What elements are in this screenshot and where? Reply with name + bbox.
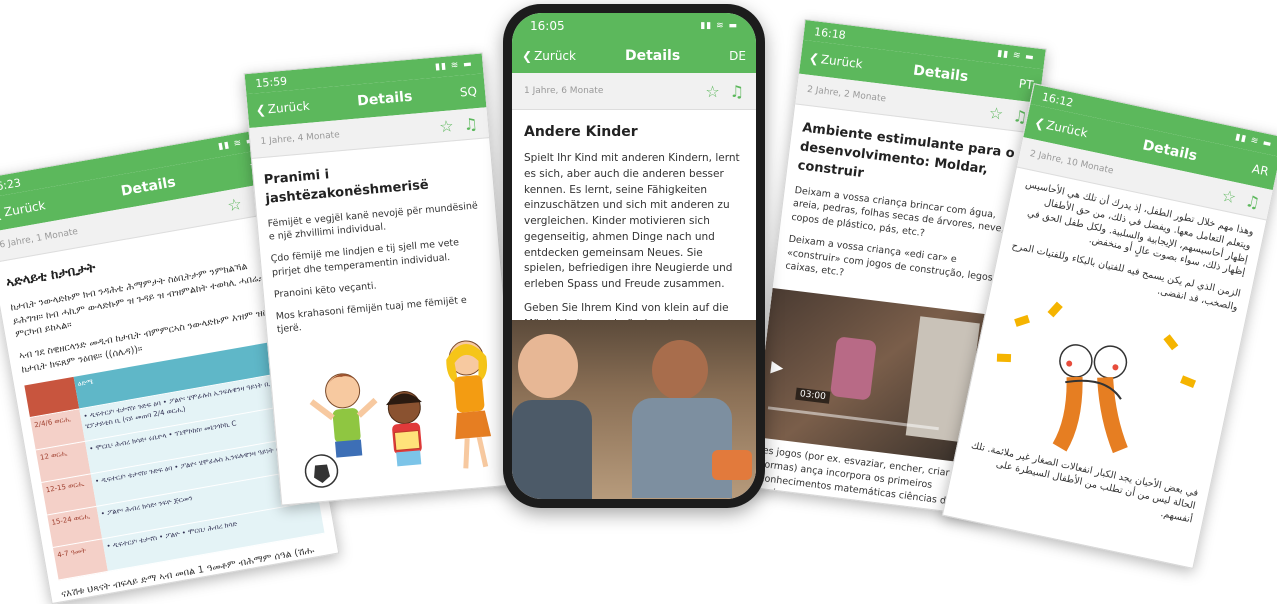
age-label: 1 Jahre, 4 Monate <box>260 130 341 148</box>
children-illustration <box>304 340 492 488</box>
back-button[interactable]: ❮ Zurück <box>0 198 47 221</box>
nav-title: Details <box>1141 137 1199 165</box>
star-icon[interactable]: ☆ <box>1220 185 1238 207</box>
age-label: 6 Jahre, 1 Monate <box>0 226 79 251</box>
music-note-icon[interactable]: ♫ <box>1244 190 1262 212</box>
photo-toddler-left-body <box>512 400 592 499</box>
signal-icon: ▮▮ ≋ ▬ <box>996 48 1036 64</box>
back-label: Zurück <box>2 198 47 220</box>
subheader: 1 Jahre, 6 Monate ☆ ♫ <box>512 73 756 110</box>
status-bar: 16:05 ▮▮ ≋ ▬ <box>512 13 756 39</box>
status-time: 15:59 <box>254 74 288 90</box>
video-figure <box>829 336 877 401</box>
star-icon[interactable]: ☆ <box>705 82 719 101</box>
nav-title: Details <box>356 88 413 110</box>
back-button[interactable]: ❮ Zurück <box>255 99 310 118</box>
nav-title: Details <box>912 62 970 86</box>
language-code[interactable]: AR <box>1251 162 1270 179</box>
language-code[interactable]: DE <box>729 49 746 63</box>
back-button[interactable]: ❮ Zurück <box>522 49 576 63</box>
back-label: Zurück <box>267 98 311 117</box>
photo-toy <box>712 450 752 480</box>
screen-german: 16:05 ▮▮ ≋ ▬ ❮ Zurück Details DE 1 Jahre… <box>512 13 756 499</box>
signal-icon: ▮▮ ≋ ▬ <box>434 59 474 73</box>
back-label: Zurück <box>820 52 864 72</box>
article-heading: Andere Kinder <box>524 124 638 140</box>
back-label: Zurück <box>534 49 576 63</box>
toddlers-playing-photo <box>512 320 756 499</box>
music-note-icon[interactable]: ♫ <box>730 82 744 101</box>
photo-toddler-right-body <box>632 398 732 498</box>
back-button[interactable]: ❮ Zurück <box>1033 115 1089 140</box>
photo-toddler-left <box>518 334 578 398</box>
chevron-left-icon: ❮ <box>808 50 820 66</box>
music-note-icon[interactable]: ♫ <box>463 114 479 134</box>
screen-albanian: 15:59 ▮▮ ≋ ▬ ❮ Zurück Details SQ 1 Jahre… <box>243 52 521 506</box>
status-time: 16:18 <box>813 24 847 42</box>
age-label: 2 Jahre, 2 Monate <box>806 84 887 105</box>
chevron-left-icon: ❮ <box>522 49 533 63</box>
paragraph: Spielt Ihr Kind mit anderen Kindern, ler… <box>524 152 740 290</box>
nav-bar: ❮ Zurück Details DE <box>512 39 756 73</box>
star-icon[interactable]: ☆ <box>438 116 454 136</box>
chevron-left-icon: ❮ <box>255 102 267 118</box>
nav-title: Details <box>119 174 177 200</box>
phone-device: 16:05 ▮▮ ≋ ▬ ❮ Zurück Details DE 1 Jahre… <box>503 4 765 508</box>
language-code[interactable]: SQ <box>459 84 477 99</box>
star-icon[interactable]: ☆ <box>988 103 1005 124</box>
star-icon[interactable]: ☆ <box>226 194 243 215</box>
status-time: 16:23 <box>0 175 22 194</box>
table-cell: 4-7 ዓመት <box>52 538 108 581</box>
video-time: 03:00 <box>795 387 831 404</box>
play-icon[interactable]: ▶ <box>770 357 785 377</box>
back-label: Zurück <box>1045 117 1089 141</box>
status-time: 16:05 <box>530 19 565 33</box>
back-button[interactable]: ❮ Zurück <box>808 51 863 71</box>
signal-icon: ▮▮ ≋ ▬ <box>1234 132 1274 150</box>
chevron-left-icon: ❮ <box>1033 115 1046 132</box>
signal-icon: ▮▮ ≋ ▬ <box>700 21 738 31</box>
photo-toddler-right <box>652 340 708 400</box>
age-label: 1 Jahre, 6 Monate <box>524 86 604 96</box>
nav-title: Details <box>624 48 681 64</box>
